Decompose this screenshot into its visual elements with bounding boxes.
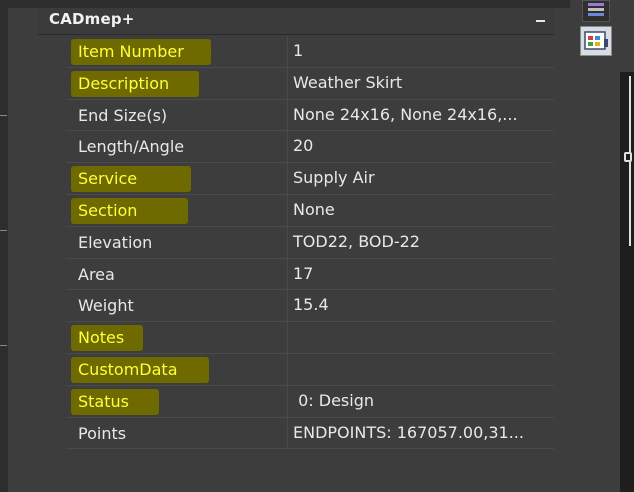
property-name-cell: Notes — [66, 322, 288, 353]
property-name-cell: Description — [66, 67, 288, 99]
property-grid: Item Number 1 Description Weather Skirt End … — [66, 36, 554, 450]
cadmep-window: CADmep+ Item Number 1 Description Weather S… — [0, 0, 634, 492]
property-name-cell: CustomData — [66, 353, 288, 385]
property-name-cell: Points — [66, 417, 288, 449]
property-name: Status — [78, 391, 129, 411]
property-value: Weather Skirt — [293, 72, 403, 92]
property-name-cell: End Size(s) — [66, 99, 288, 131]
property-row[interactable]: Item Number 1 — [66, 36, 554, 68]
property-name: Points — [78, 423, 127, 443]
drawing-viewport-edge — [620, 72, 634, 492]
property-value-cell[interactable]: None 24x16, None 24x16,... — [288, 100, 554, 131]
property-name-cell: Area — [66, 258, 288, 290]
property-name: Weight — [78, 296, 134, 316]
property-value-cell[interactable]: 1 — [288, 36, 554, 67]
property-name-cell: Status — [66, 385, 288, 417]
property-value: 17 — [293, 263, 314, 283]
minus-icon — [536, 20, 545, 22]
panel-scrollbar[interactable] — [554, 8, 570, 492]
property-name: Notes — [78, 328, 125, 348]
panel-header: CADmep+ — [38, 8, 554, 35]
top-edge — [0, 0, 634, 8]
property-row[interactable]: Points ENDPOINTS: 167057.00,31... — [66, 417, 554, 450]
property-name: Service — [78, 169, 138, 189]
property-name-cell: Item Number — [66, 36, 288, 67]
property-value: TOD22, BOD-22 — [293, 231, 420, 251]
property-name: End Size(s) — [78, 105, 168, 125]
property-value-cell[interactable] — [288, 322, 554, 353]
property-name-cell: Length/Angle — [66, 131, 288, 163]
property-name-cell: Elevation — [66, 226, 288, 258]
property-value-cell[interactable]: 17 — [288, 259, 554, 290]
property-row[interactable]: Section None — [66, 194, 554, 227]
property-row[interactable]: Notes — [66, 322, 554, 354]
gutter-tick — [0, 230, 7, 231]
property-name: Description — [78, 73, 170, 93]
property-value: 15.4 — [293, 295, 329, 315]
property-name-cell: Service — [66, 163, 288, 194]
property-value-cell[interactable]: 20 — [288, 131, 554, 162]
property-value: None — [293, 199, 335, 219]
splitter-handle[interactable] — [624, 152, 632, 162]
property-value-cell[interactable]: ENDPOINTS: 167057.00,31... — [288, 418, 554, 449]
property-value: 0: Design — [293, 390, 374, 410]
property-name: Elevation — [78, 232, 153, 252]
property-row[interactable]: Description Weather Skirt — [66, 67, 554, 100]
property-name: Section — [78, 200, 138, 220]
property-value-cell[interactable]: 0: Design — [288, 386, 554, 417]
property-value-cell[interactable]: TOD22, BOD-22 — [288, 227, 554, 258]
property-row[interactable]: Status 0: Design — [66, 385, 554, 418]
drawing-area-edge — [0, 0, 8, 492]
property-value: 1 — [293, 41, 304, 60]
property-value: Supply Air — [293, 168, 375, 188]
gutter-tick — [0, 115, 7, 116]
property-row[interactable]: End Size(s) None 24x16, None 24x16,... — [66, 99, 554, 132]
property-row[interactable]: CustomData — [66, 353, 554, 386]
property-row[interactable]: Service Supply Air — [66, 163, 554, 195]
property-name: CustomData — [78, 359, 178, 379]
property-value-cell[interactable]: 15.4 — [288, 290, 554, 321]
property-name-cell: Section — [66, 194, 288, 226]
property-name: Area — [78, 264, 115, 284]
property-name: Item Number — [78, 42, 184, 61]
gutter-tick — [0, 345, 7, 346]
palette-icon[interactable] — [580, 26, 612, 56]
property-value-cell[interactable] — [288, 354, 554, 385]
property-row[interactable]: Area 17 — [66, 258, 554, 291]
property-row[interactable]: Length/Angle 20 — [66, 131, 554, 164]
collapse-button[interactable] — [528, 8, 554, 34]
property-name: Length/Angle — [78, 137, 185, 157]
property-value-cell[interactable]: Weather Skirt — [288, 68, 554, 99]
property-row[interactable]: Elevation TOD22, BOD-22 — [66, 226, 554, 259]
property-value: 20 — [293, 136, 314, 156]
property-value-cell[interactable]: Supply Air — [288, 163, 554, 194]
property-value: None 24x16, None 24x16,... — [293, 104, 518, 124]
layer-properties-icon[interactable] — [582, 0, 610, 22]
property-value: ENDPOINTS: 167057.00,31... — [293, 422, 524, 442]
property-value-cell[interactable]: None — [288, 195, 554, 226]
property-row[interactable]: Weight 15.4 — [66, 290, 554, 323]
panel-title: CADmep+ — [49, 10, 135, 28]
property-name-cell: Weight — [66, 290, 288, 322]
